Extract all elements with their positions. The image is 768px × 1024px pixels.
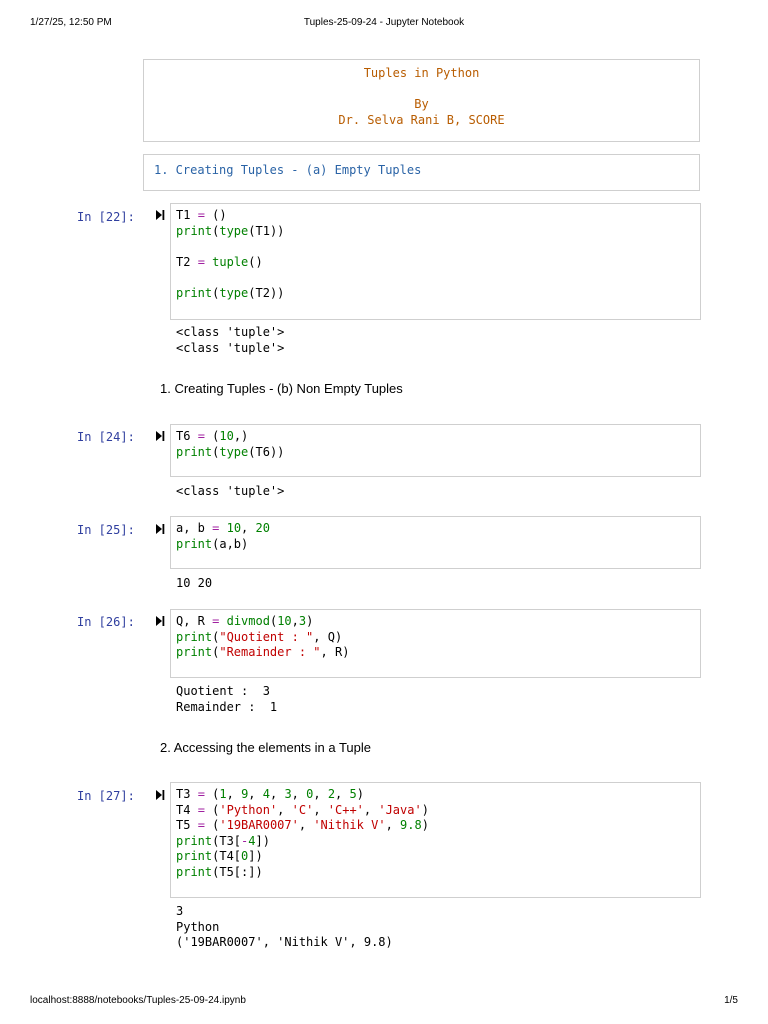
code-token: 2 [327, 787, 336, 801]
notebook-byline: By [414, 97, 429, 111]
code-token: 3 [284, 787, 292, 801]
code-token: 5 [349, 787, 357, 801]
cell-prompt-27: In [27]: [77, 789, 135, 803]
print-url: localhost:8888/notebooks/Tuples-25-09-24… [30, 995, 246, 1006]
code-token: 'C++' [327, 802, 364, 817]
cell-output-24: <class 'tuple'> [176, 484, 285, 498]
code-token: 'Python' [219, 802, 278, 817]
code-cell-25[interactable]: a, b = 10, 20 print(a,b) [170, 516, 701, 569]
section-heading-non-empty-tuples: 1. Creating Tuples - (b) Non Empty Tuple… [160, 381, 403, 396]
print-page-title: Tuples-25-09-24 - Jupyter Notebook [303, 17, 465, 28]
section-heading-cell[interactable]: 1. Creating Tuples - (a) Empty Tuples [143, 154, 700, 191]
code-token: 'C' [291, 802, 314, 817]
cell-output-27: 3 Python ('19BAR0007', 'Nithik V', 9.8) [176, 904, 393, 949]
notebook-title: Tuples in Python [363, 66, 480, 80]
cell-output-26: Quotient : 3 Remainder : 1 [176, 684, 278, 714]
code-cell-26[interactable]: Q, R = divmod(10,3) print("Quotient : ",… [170, 609, 701, 678]
code-cell-22[interactable]: T1 = () print(type(T1)) T2 = tuple() pri… [170, 203, 701, 320]
code-cell-27[interactable]: T3 = (1, 9, 4, 3, 0, 2, 5) T4 = ('Python… [170, 782, 701, 898]
run-cell-icon[interactable] [155, 209, 165, 221]
run-cell-icon[interactable] [155, 523, 165, 535]
cell-prompt-25: In [25]: [77, 523, 135, 537]
title-markdown-cell[interactable]: Tuples in Python By Dr. Selva Rani B, SC… [143, 59, 700, 142]
code-token: 4 [262, 787, 270, 801]
cell-output-22: <class 'tuple'> <class 'tuple'> [176, 325, 285, 355]
section-heading-empty-tuples: 1. Creating Tuples - (a) Empty Tuples [154, 163, 422, 177]
code-token: 1 [219, 787, 227, 801]
cell-prompt-26: In [26]: [77, 615, 135, 629]
code-cell-24[interactable]: T6 = (10,) print(type(T6)) [170, 424, 701, 477]
notebook-author: Dr. Selva Rani B, SCORE [338, 112, 505, 127]
run-cell-icon[interactable] [155, 615, 165, 627]
section-heading-accessing-elements: 2. Accessing the elements in a Tuple [160, 740, 372, 755]
cell-prompt-22: In [22]: [77, 210, 135, 224]
run-cell-icon[interactable] [155, 789, 165, 801]
cell-prompt-24: In [24]: [77, 430, 135, 444]
print-page-number: 1/5 [724, 995, 738, 1006]
cell-output-25: 10 20 [176, 576, 213, 590]
code-token: 'Java' [378, 802, 422, 817]
run-cell-icon[interactable] [155, 430, 165, 442]
